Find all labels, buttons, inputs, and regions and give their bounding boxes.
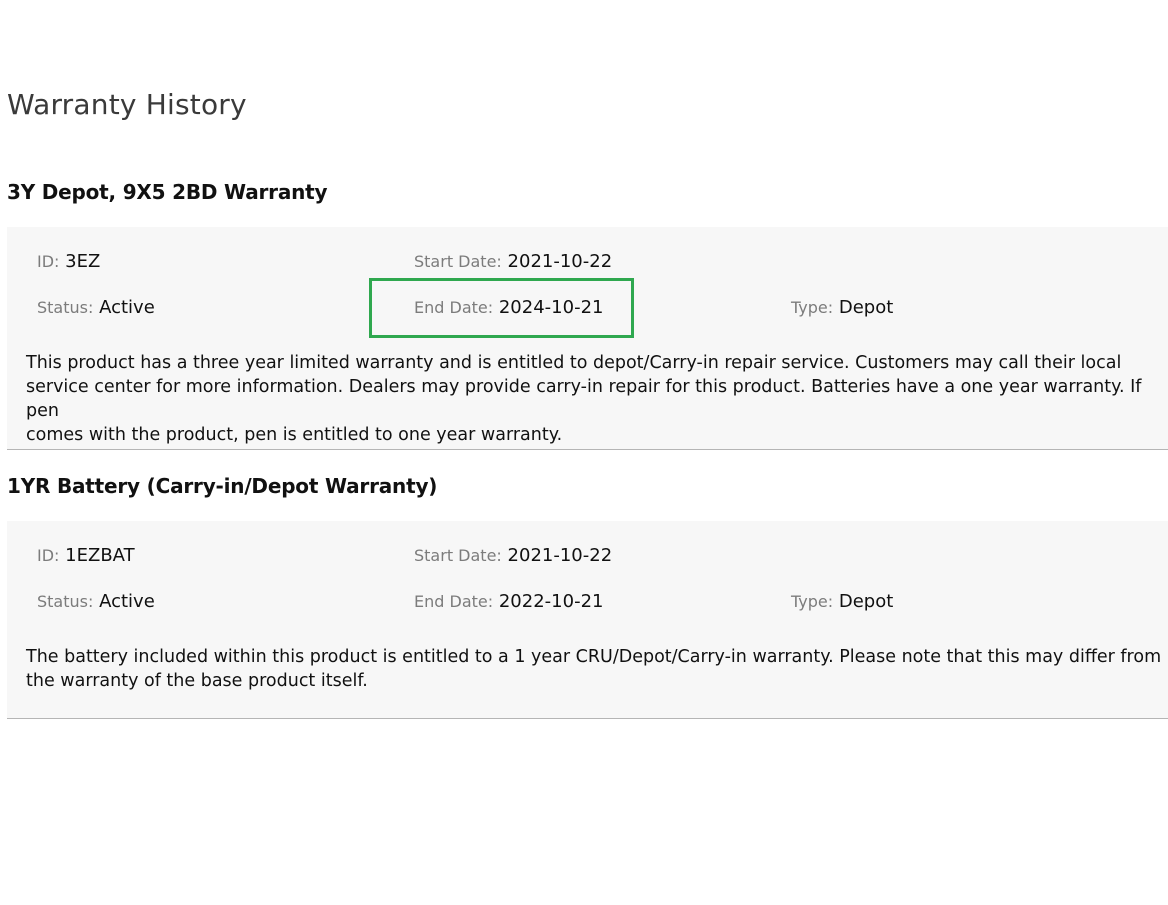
status-field: Status: Active bbox=[37, 591, 155, 612]
warranty-description: This product has a three year limited wa… bbox=[26, 351, 1168, 447]
start-date-value: 2021-10-22 bbox=[507, 545, 613, 566]
warranty-card: ID: 1EZBAT Start Date: 2021-10-22 Status… bbox=[7, 521, 1168, 719]
status-label: Status bbox=[37, 592, 88, 611]
type-field: Type: Depot bbox=[791, 297, 894, 318]
end-date-highlight-box bbox=[369, 278, 634, 338]
warranty-name: 1YR Battery (Carry-in/Depot Warranty) bbox=[7, 474, 438, 498]
page-title: Warranty History bbox=[7, 88, 247, 121]
warranty-description: The battery included within this product… bbox=[26, 645, 1168, 693]
start-date-value: 2021-10-22 bbox=[507, 251, 613, 272]
start-date-field: Start Date: 2021-10-22 bbox=[414, 251, 613, 272]
start-date-label: Start Date bbox=[414, 252, 497, 271]
start-date-field: Start Date: 2021-10-22 bbox=[414, 545, 613, 566]
warranty-name: 3Y Depot, 9X5 2BD Warranty bbox=[7, 180, 328, 204]
end-date-value: 2022-10-21 bbox=[498, 591, 604, 612]
description-line: the warranty of the base product itself. bbox=[26, 671, 368, 691]
description-line: The battery included within this product… bbox=[26, 647, 1162, 667]
status-label: Status bbox=[37, 298, 88, 317]
id-value: 1EZBAT bbox=[65, 545, 135, 566]
end-date-field: End Date: 2022-10-21 bbox=[414, 591, 604, 612]
id-label: ID bbox=[37, 252, 55, 271]
start-date-label: Start Date bbox=[414, 546, 497, 565]
warranty-id-field: ID: 3EZ bbox=[37, 251, 101, 272]
warranty-history-page: Warranty History 3Y Depot, 9X5 2BD Warra… bbox=[0, 0, 1168, 905]
type-label: Type bbox=[791, 298, 828, 317]
status-value: Active bbox=[99, 591, 155, 612]
end-date-label: End Date bbox=[414, 592, 488, 611]
warranty-id-field: ID: 1EZBAT bbox=[37, 545, 135, 566]
status-value: Active bbox=[99, 297, 155, 318]
type-label: Type bbox=[791, 592, 828, 611]
warranty-card: ID: 3EZ Start Date: 2021-10-22 Status: A… bbox=[7, 227, 1168, 450]
type-value: Depot bbox=[838, 591, 894, 612]
type-value: Depot bbox=[838, 297, 894, 318]
id-value: 3EZ bbox=[65, 251, 101, 272]
description-line: comes with the product, pen is entitled … bbox=[26, 425, 563, 445]
type-field: Type: Depot bbox=[791, 591, 894, 612]
description-line: This product has a three year limited wa… bbox=[26, 353, 1122, 373]
status-field: Status: Active bbox=[37, 297, 155, 318]
id-label: ID bbox=[37, 546, 55, 565]
description-line: service center for more information. Dea… bbox=[26, 377, 1142, 421]
